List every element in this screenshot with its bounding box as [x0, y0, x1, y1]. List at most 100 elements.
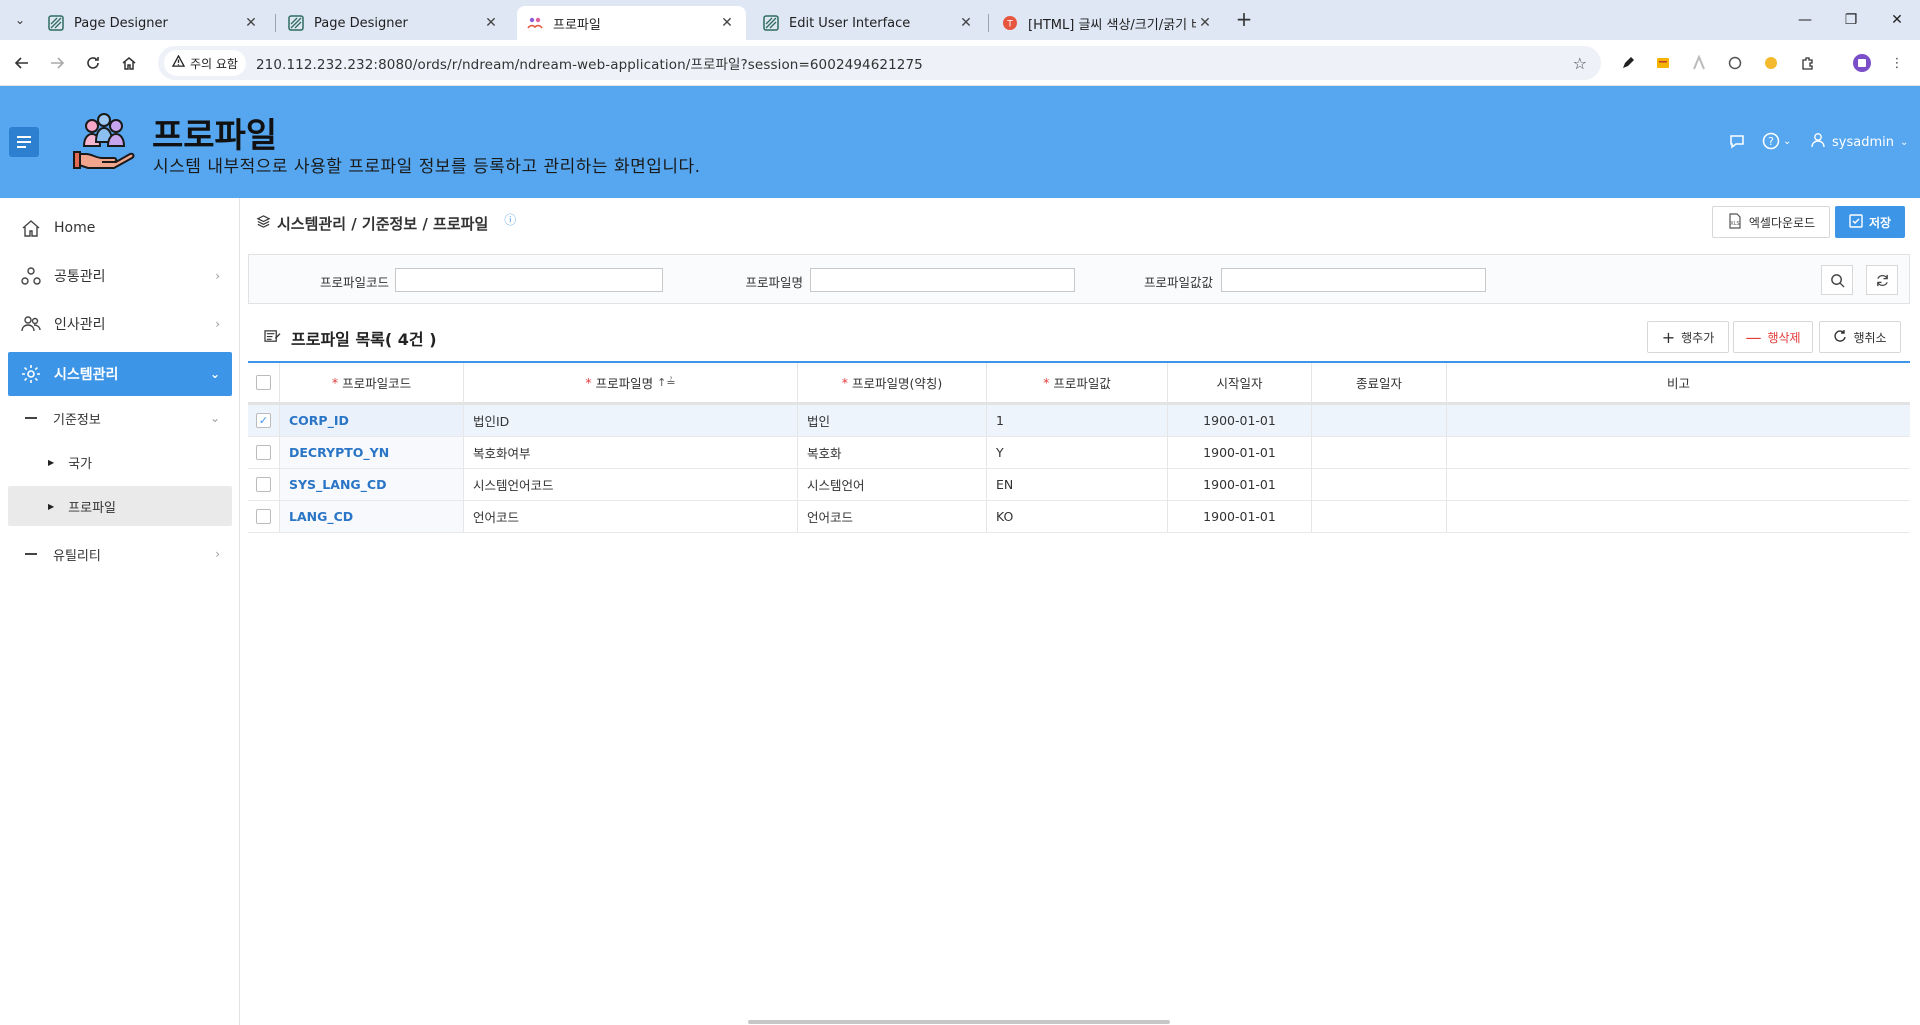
extension-refresh-icon[interactable] [1724, 52, 1746, 74]
extensions-puzzle-icon[interactable] [1797, 52, 1819, 74]
column-label: 종료일자 [1355, 376, 1402, 391]
close-icon[interactable]: ✕ [1196, 14, 1214, 32]
cell-note[interactable] [1447, 405, 1910, 436]
column-header-short-name[interactable]: * 프로파일명(약칭) [798, 363, 987, 402]
column-header-value[interactable]: * 프로파일값 [987, 363, 1168, 402]
cell-value[interactable]: EN [987, 469, 1168, 500]
close-icon[interactable]: ✕ [242, 14, 260, 32]
cell-start-date[interactable]: 1900-01-01 [1168, 469, 1312, 500]
extension-notes-icon[interactable] [1652, 52, 1674, 74]
row-checkbox[interactable] [256, 477, 271, 492]
table-row[interactable]: ✓ CORP_ID 법인ID 법인 1 1900-01-01 [248, 405, 1910, 437]
cell-note[interactable] [1447, 469, 1910, 500]
select-all-checkbox[interactable] [256, 375, 271, 390]
cell-end-date[interactable] [1312, 469, 1447, 500]
browser-menu-icon[interactable]: ⋮ [1886, 52, 1908, 74]
extension-sun-icon[interactable] [1760, 52, 1782, 74]
pen-icon[interactable] [1617, 52, 1639, 74]
browser-tab[interactable]: Edit User Interface ✕ [753, 6, 985, 40]
column-header-end-date[interactable]: 종료일자 [1312, 363, 1447, 402]
window-close-button[interactable]: ✕ [1882, 8, 1912, 32]
cell-short-name[interactable]: 시스템언어 [798, 469, 987, 500]
sort-asc-icon[interactable]: ↑≟ [657, 376, 675, 389]
add-row-button[interactable]: + 행추가 [1647, 321, 1729, 353]
profile-name-input[interactable] [810, 268, 1075, 292]
help-circle-icon[interactable]: ⓘ [504, 211, 516, 228]
row-checkbox[interactable] [256, 509, 271, 524]
new-tab-button[interactable]: + [1232, 8, 1256, 32]
cell-note[interactable] [1447, 501, 1910, 532]
column-header-code[interactable]: * 프로파일코드 [280, 363, 464, 402]
cell-start-date[interactable]: 1900-01-01 [1168, 437, 1312, 468]
help-menu[interactable]: ? ⌄ [1762, 132, 1791, 150]
back-icon[interactable] [10, 51, 34, 75]
browser-tab[interactable]: Page Designer ✕ [278, 6, 510, 40]
cell-code[interactable]: SYS_LANG_CD [280, 469, 464, 500]
cell-value[interactable]: KO [987, 501, 1168, 532]
cell-short-name[interactable]: 복호화 [798, 437, 987, 468]
delete-row-button[interactable]: — 행삭제 [1733, 321, 1813, 353]
cell-value[interactable]: 1 [987, 405, 1168, 436]
table-row[interactable]: DECRYPTO_YN 복호화여부 복호화 Y 1900-01-01 [248, 437, 1910, 469]
column-header-name[interactable]: * 프로파일명 ↑≟ [464, 363, 798, 402]
sidebar-group-utility[interactable]: 유틸리티 › [8, 534, 232, 574]
profile-code-input[interactable] [395, 268, 663, 292]
close-icon[interactable]: ✕ [957, 14, 975, 32]
browser-tab-active[interactable]: 프로파일 ✕ [517, 6, 746, 40]
sidebar-item-hr[interactable]: 인사관리 › [8, 302, 232, 346]
chat-icon[interactable] [1728, 132, 1746, 154]
bookmark-star-icon[interactable]: ☆ [1573, 54, 1587, 73]
cell-name[interactable]: 법인ID [464, 405, 798, 436]
column-header-note[interactable]: 비고 [1447, 363, 1910, 402]
forward-icon[interactable] [45, 51, 69, 75]
security-chip[interactable]: 주의 요함 [164, 50, 246, 76]
cell-note[interactable] [1447, 437, 1910, 468]
cell-name[interactable]: 시스템언어코드 [464, 469, 798, 500]
search-button[interactable] [1821, 265, 1853, 295]
cell-start-date[interactable]: 1900-01-01 [1168, 405, 1312, 436]
profile-value-input[interactable] [1221, 268, 1486, 292]
cell-short-name[interactable]: 법인 [798, 405, 987, 436]
cell-short-name[interactable]: 언어코드 [798, 501, 987, 532]
user-menu[interactable]: sysadmin ⌄ [1810, 132, 1908, 152]
cell-name[interactable]: 언어코드 [464, 501, 798, 532]
horizontal-scrollbar[interactable] [748, 1020, 1170, 1024]
cell-end-date[interactable] [1312, 437, 1447, 468]
sidebar-item-system[interactable]: 시스템관리 ⌄ [8, 352, 232, 396]
column-header-start-date[interactable]: 시작일자 [1168, 363, 1312, 402]
close-icon[interactable]: ✕ [718, 14, 736, 32]
reset-button[interactable] [1866, 265, 1898, 295]
reload-icon[interactable] [81, 51, 105, 75]
cell-value[interactable]: Y [987, 437, 1168, 468]
cell-name[interactable]: 복호화여부 [464, 437, 798, 468]
close-icon[interactable]: ✕ [482, 14, 500, 32]
table-row[interactable]: SYS_LANG_CD 시스템언어코드 시스템언어 EN 1900-01-01 [248, 469, 1910, 501]
tab-search-button[interactable]: ⌄ [8, 8, 32, 32]
cancel-row-button[interactable]: 행취소 [1819, 321, 1901, 353]
cell-end-date[interactable] [1312, 501, 1447, 532]
sidebar-group-basic-info[interactable]: 기준정보 ⌄ [8, 398, 232, 438]
home-icon[interactable] [117, 51, 141, 75]
cell-start-date[interactable]: 1900-01-01 [1168, 501, 1312, 532]
row-checkbox[interactable] [256, 445, 271, 460]
sidebar-item-home[interactable]: Home [8, 206, 232, 250]
sidebar-item-common[interactable]: 공통관리 › [8, 254, 232, 298]
sidebar-item-country[interactable]: ▶ 국가 [8, 442, 232, 482]
address-bar[interactable]: 주의 요함 210.112.232.232:8080/ords/r/ndream… [158, 46, 1601, 80]
cell-code[interactable]: DECRYPTO_YN [280, 437, 464, 468]
excel-download-button[interactable]: XLS 엑셀다운로드 [1712, 206, 1830, 238]
table-row[interactable]: LANG_CD 언어코드 언어코드 KO 1900-01-01 [248, 501, 1910, 533]
cell-code[interactable]: CORP_ID [280, 405, 464, 436]
extension-a-icon[interactable] [1688, 52, 1710, 74]
browser-tab[interactable]: T [HTML] 글씨 색상/크기/굵기 바 ✕ [992, 6, 1224, 40]
profile-avatar-icon[interactable] [1851, 52, 1873, 74]
sidebar-item-profile[interactable]: ▶ 프로파일 [8, 486, 232, 526]
minimize-button[interactable]: — [1790, 8, 1820, 32]
row-checkbox[interactable]: ✓ [256, 413, 271, 428]
save-button[interactable]: 저장 [1835, 206, 1905, 238]
cell-end-date[interactable] [1312, 405, 1447, 436]
cell-code[interactable]: LANG_CD [280, 501, 464, 532]
restore-button[interactable]: ❐ [1836, 8, 1866, 32]
menu-toggle-button[interactable] [9, 127, 39, 157]
browser-tab[interactable]: Page Designer ✕ [38, 6, 270, 40]
